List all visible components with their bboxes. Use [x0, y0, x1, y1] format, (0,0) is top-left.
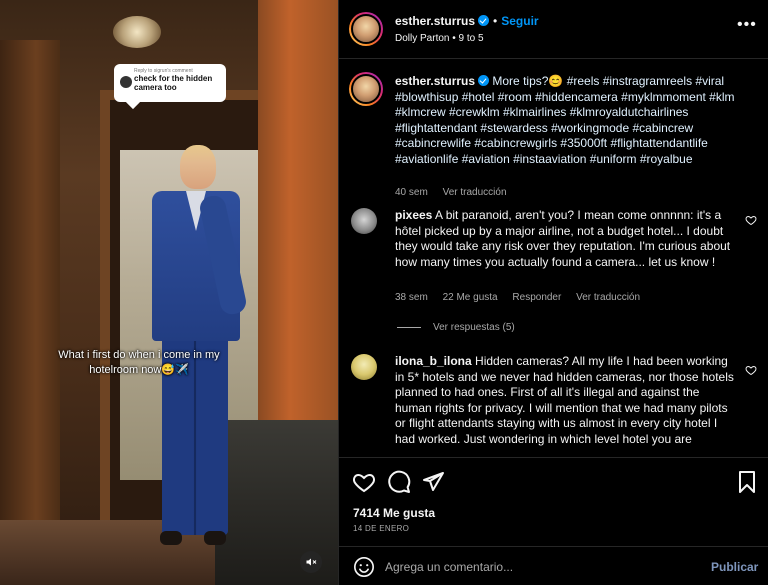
header-username-row: esther.sturrus • Seguir: [395, 14, 539, 28]
mute-button[interactable]: [300, 551, 322, 573]
door-panel: [0, 40, 60, 585]
reply-sticker: Reply to sigrun's comment check for the …: [114, 64, 226, 102]
emoji-icon[interactable]: [353, 556, 375, 578]
share-paper-plane-icon[interactable]: [421, 470, 445, 494]
comment-text: ilona_b_ilona Hidden cameras? All my lif…: [395, 354, 735, 447]
more-options-button[interactable]: •••: [737, 17, 757, 33]
verified-icon: [478, 15, 490, 26]
comment-input[interactable]: [385, 556, 685, 578]
caption-meta: 40 sem Ver traducción: [395, 187, 519, 198]
caption-username[interactable]: esther.sturrus: [395, 74, 475, 88]
comment-username[interactable]: pixees: [395, 208, 432, 222]
comment-meta: 38 sem 22 Me gusta Responder Ver traducc…: [395, 292, 652, 303]
reply-button[interactable]: Responder: [512, 292, 561, 303]
like-heart-icon[interactable]: [352, 470, 376, 494]
save-bookmark-icon[interactable]: [735, 470, 759, 494]
reply-sticker-text: check for the hidden camera too: [134, 74, 213, 92]
separator: •: [493, 14, 498, 28]
publish-button[interactable]: Publicar: [711, 560, 758, 574]
comment-bubble-icon[interactable]: [387, 470, 411, 494]
avatar[interactable]: [349, 12, 383, 46]
follow-button[interactable]: Seguir: [501, 14, 538, 28]
username-link[interactable]: esther.sturrus: [395, 14, 475, 28]
add-comment-bar: Publicar: [339, 546, 768, 585]
comment-likes[interactable]: 22 Me gusta: [443, 292, 498, 303]
comment-body: A bit paranoid, aren't you? I mean come …: [395, 208, 731, 269]
caption-translate-link[interactable]: Ver traducción: [443, 187, 507, 198]
avatar[interactable]: [349, 72, 383, 106]
caption-text: esther.sturrus More tips?😊 #reels #instr…: [395, 74, 740, 167]
avatar: [120, 76, 132, 88]
comment-translate-link[interactable]: Ver traducción: [576, 292, 640, 303]
comments-list[interactable]: esther.sturrus More tips?😊 #reels #instr…: [339, 60, 768, 457]
like-comment-heart-icon[interactable]: [745, 364, 757, 376]
avatar[interactable]: [351, 208, 377, 234]
verified-icon: [478, 75, 490, 86]
like-comment-heart-icon[interactable]: [745, 214, 757, 226]
post-actions: 7414 Me gusta 14 DE ENERO: [339, 457, 768, 545]
comment-time[interactable]: 38 sem: [395, 292, 428, 303]
post-panel: esther.sturrus • Seguir Dolly Parton • 9 t…: [338, 0, 768, 585]
caption-time[interactable]: 40 sem: [395, 187, 428, 198]
reel-video[interactable]: Reply to sigrun's comment check for the …: [0, 0, 338, 585]
likes-count[interactable]: 7414 Me gusta: [353, 506, 435, 520]
video-text-overlay: What i first do when i come in my hotelr…: [58, 349, 220, 376]
post-header: esther.sturrus • Seguir Dolly Parton • 9 t…: [339, 0, 768, 59]
avatar[interactable]: [351, 354, 377, 380]
speaker-muted-icon: [306, 558, 317, 566]
view-replies-button[interactable]: Ver respuestas (5): [397, 322, 515, 333]
comment-username[interactable]: ilona_b_ilona: [395, 354, 472, 368]
comment-text: pixees A bit paranoid, aren't you? I mea…: [395, 208, 735, 270]
post-date[interactable]: 14 DE ENERO: [353, 524, 409, 533]
audio-link[interactable]: Dolly Parton • 9 to 5: [395, 33, 484, 44]
ceiling-lamp: [113, 16, 161, 48]
